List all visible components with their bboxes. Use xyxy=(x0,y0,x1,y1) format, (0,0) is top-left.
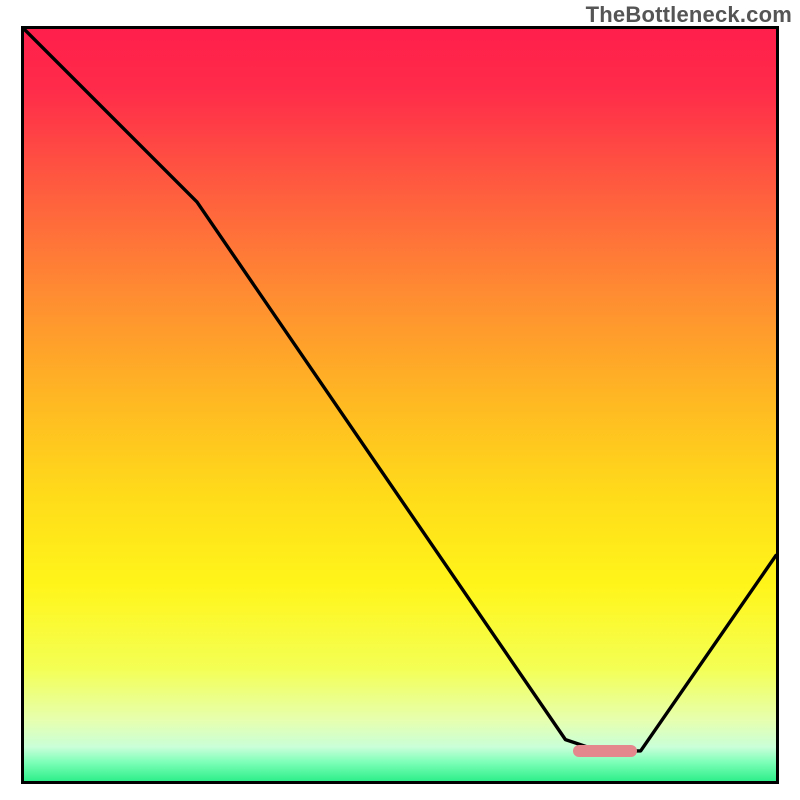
optimum-marker xyxy=(573,745,637,757)
chart-container: TheBottleneck.com xyxy=(0,0,800,800)
plot-area xyxy=(21,26,779,784)
watermark-text: TheBottleneck.com xyxy=(586,2,792,28)
bottleneck-curve xyxy=(24,29,776,781)
